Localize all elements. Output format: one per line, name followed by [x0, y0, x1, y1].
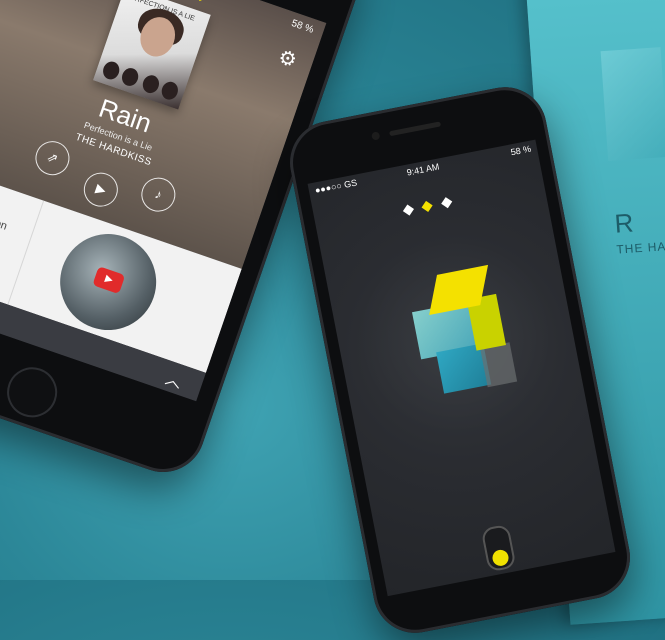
poster-letter: R: [613, 207, 635, 239]
page-dot-active: [421, 200, 434, 212]
cube-logo-icon: [386, 258, 529, 409]
mic-toggle[interactable]: [480, 523, 517, 573]
left-phone-screen: 58 % ⚙ PERFECTION IS A LIE Rain Perfecti…: [0, 0, 327, 402]
status-time: 9:41 AM: [405, 161, 441, 178]
battery-status: 58 %: [509, 143, 532, 158]
page-dot: [402, 204, 415, 216]
chevron-up-icon[interactable]: ︿: [163, 365, 186, 393]
gear-icon[interactable]: ⚙: [273, 45, 301, 73]
page-dots: [402, 192, 459, 220]
toggle-knob[interactable]: [491, 548, 510, 568]
front-camera: [371, 131, 381, 141]
poster-cube-icon: [600, 47, 665, 162]
divider: [7, 200, 45, 305]
status-bar: ●●●○○ GS 9:41 AM 58 %: [308, 140, 539, 200]
poster-subtitle: THE HA: [615, 239, 665, 257]
battery-status: 58 %: [289, 17, 315, 36]
speaker-grille: [389, 121, 442, 137]
share-icon[interactable]: ⇗: [30, 136, 75, 180]
play-icon[interactable]: ▶: [79, 168, 123, 212]
music-note-icon[interactable]: ♪: [136, 173, 180, 217]
page-dot: [441, 197, 453, 209]
page-dot-active: [195, 0, 207, 2]
album-cover: PERFECTION IS A LIE: [93, 0, 211, 110]
youtube-play-icon[interactable]: ▶: [92, 266, 126, 295]
home-button[interactable]: [0, 360, 64, 425]
